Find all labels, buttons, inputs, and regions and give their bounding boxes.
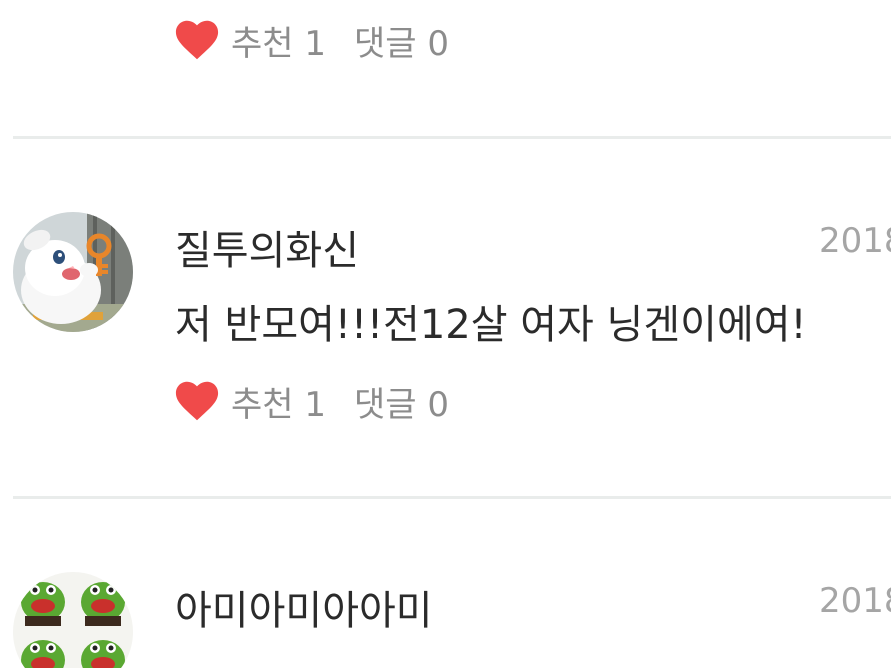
comment-text: 저 반모여!!!전12살 여자 닝겐이에여! xyxy=(175,302,807,348)
reply-label: 댓글 xyxy=(354,384,417,425)
white-rabbit-with-key-avatar[interactable] xyxy=(13,212,133,332)
comment-actions: 추천 1 댓글 0 xyxy=(175,377,449,425)
like-button[interactable]: 추천 1 xyxy=(231,377,326,426)
divider xyxy=(13,496,891,499)
like-label: 추천 xyxy=(231,384,294,425)
like-count: 1 xyxy=(304,384,327,425)
comment-list: 추천 1 댓글 0 질투의화신 201 저 반모여!!!전12살 여자 닝겐이에… xyxy=(0,0,891,668)
heart-icon[interactable] xyxy=(175,380,219,422)
reply-count: 0 xyxy=(427,23,450,64)
username[interactable]: 질투의화신 xyxy=(175,218,359,276)
avatar-image xyxy=(13,572,133,668)
like-count: 1 xyxy=(304,23,327,64)
reply-count: 0 xyxy=(427,384,450,425)
like-label: 추천 xyxy=(231,23,294,64)
avatar-image xyxy=(13,212,133,332)
comment-actions: 추천 1 댓글 0 xyxy=(175,16,449,64)
divider xyxy=(13,136,891,139)
like-button[interactable]: 추천 1 xyxy=(231,16,326,65)
reply-button[interactable]: 댓글 0 xyxy=(354,377,449,426)
reply-button[interactable]: 댓글 0 xyxy=(354,16,449,65)
comment-date: 2018 xyxy=(819,221,891,261)
comment-date: 2018 xyxy=(819,581,891,621)
heart-icon[interactable] xyxy=(175,19,219,61)
username[interactable]: 아미아미아아미 xyxy=(175,578,433,636)
reply-label: 댓글 xyxy=(354,23,417,64)
green-frog-grid-avatar[interactable] xyxy=(13,572,133,668)
